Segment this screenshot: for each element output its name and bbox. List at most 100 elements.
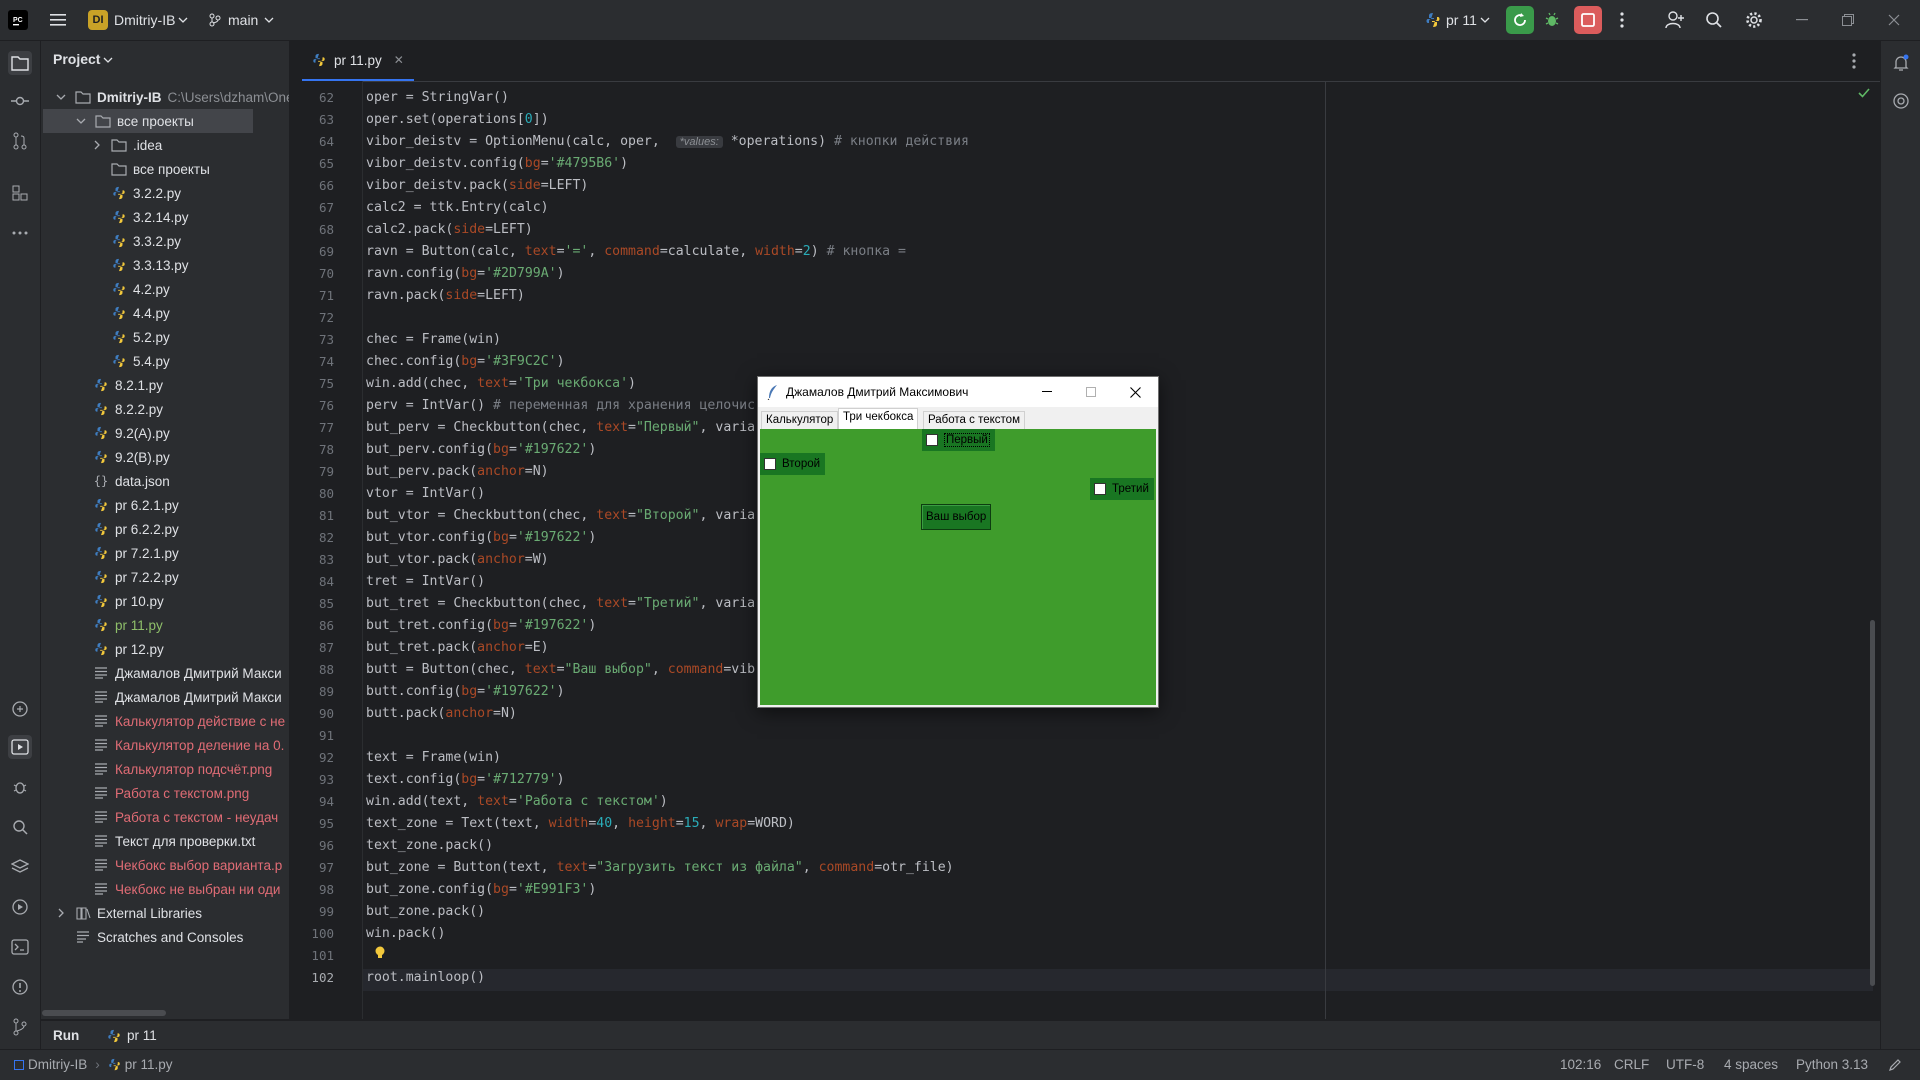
code-line[interactable]: text_zone.pack(): [366, 838, 493, 853]
code-line[interactable]: but_vtor.pack(anchor=W): [366, 552, 549, 567]
python-interpreter[interactable]: Python 3.13: [1796, 1057, 1868, 1072]
tree-file[interactable]: {} data.json: [41, 469, 289, 493]
commit-icon[interactable]: [8, 89, 32, 113]
code-line[interactable]: but_tret = Checkbutton(chec, text="Трети…: [366, 596, 755, 611]
project-panel-title[interactable]: Project: [53, 51, 100, 67]
code-line[interactable]: but_zone.pack(): [366, 904, 485, 919]
intention-bulb-icon[interactable]: [374, 946, 386, 960]
tree-file[interactable]: pr 10.py: [41, 589, 289, 613]
code-line[interactable]: text.config(bg='#712779'): [366, 772, 565, 787]
code-line[interactable]: but_zone.config(bg='#E991F3'): [366, 882, 596, 897]
git-icon[interactable]: [8, 1015, 32, 1039]
code-line[interactable]: ravn.pack(side=LEFT): [366, 288, 525, 303]
debug-tool-icon[interactable]: [8, 775, 32, 799]
code-line[interactable]: vibor_deistv.pack(side=LEFT): [366, 178, 588, 193]
chevron-down-icon[interactable]: [103, 57, 113, 63]
tree-folder[interactable]: .idea: [41, 133, 289, 157]
code-line[interactable]: but_perv.config(bg='#197622'): [366, 442, 596, 457]
breadcrumb-file[interactable]: pr 11.py: [125, 1057, 173, 1072]
tree-file[interactable]: 4.4.py: [41, 301, 289, 325]
project-name[interactable]: Dmitriy-IB: [114, 12, 175, 28]
tree-file[interactable]: Работа с текстом.png: [41, 781, 289, 805]
tk-maximize-icon[interactable]: [1069, 377, 1113, 407]
tree-file[interactable]: 3.3.13.py: [41, 253, 289, 277]
run-config-name[interactable]: pr 11: [1446, 12, 1477, 28]
read-only-toggle-icon[interactable]: [1888, 1058, 1902, 1072]
code-line[interactable]: tret = IntVar(): [366, 574, 485, 589]
code-line[interactable]: ravn = Button(calc, text='=', command=ca…: [366, 244, 906, 259]
tree-file[interactable]: Работа с текстом - неудач: [41, 805, 289, 829]
code-line[interactable]: ravn.config(bg='#2D799A'): [366, 266, 565, 281]
run-tab[interactable]: pr 11: [107, 1028, 157, 1043]
tk-tab-text-work[interactable]: Работа с текстом: [923, 411, 1025, 430]
ai-assistant-icon[interactable]: [1889, 89, 1913, 113]
tree-file[interactable]: Калькулятор действие с не: [41, 709, 289, 733]
tree-file[interactable]: External Libraries: [41, 901, 289, 925]
checkbox-box[interactable]: [764, 458, 776, 470]
tk-close-icon[interactable]: [1113, 377, 1157, 407]
code-line[interactable]: win.add(chec, text='Три чекбокса'): [366, 376, 636, 391]
tree-file[interactable]: 9.2(A).py: [41, 421, 289, 445]
tree-file[interactable]: Текст для проверки.txt: [41, 829, 289, 853]
tree-file[interactable]: 5.4.py: [41, 349, 289, 373]
project-switcher[interactable]: DI: [88, 10, 108, 30]
python-console-icon[interactable]: [8, 697, 32, 721]
caret-position[interactable]: 102:16: [1560, 1057, 1601, 1072]
editor-options-icon[interactable]: [1852, 53, 1856, 69]
checkbox-first[interactable]: Первый: [922, 429, 995, 451]
code-line[interactable]: but_tret.config(bg='#197622'): [366, 618, 596, 633]
checkbox-third[interactable]: Третий: [1090, 478, 1154, 500]
line-separator[interactable]: CRLF: [1614, 1057, 1649, 1072]
search-icon[interactable]: [1704, 10, 1724, 30]
close-window-icon[interactable]: [1882, 10, 1906, 30]
tree-file[interactable]: 3.2.2.py: [41, 181, 289, 205]
tk-title-bar[interactable]: Джамалов Дмитрий Максимович: [758, 377, 1158, 407]
run-panel-title[interactable]: Run: [53, 1028, 79, 1043]
more-actions-icon[interactable]: [1612, 10, 1632, 30]
tk-tab-calculator[interactable]: Калькулятор: [761, 411, 839, 430]
code-line[interactable]: butt.config(bg='#197622'): [366, 684, 565, 699]
tree-file[interactable]: pr 12.py: [41, 637, 289, 661]
code-line[interactable]: calc2 = ttk.Entry(calc): [366, 200, 549, 215]
code-line[interactable]: win.add(text, text='Работа с текстом'): [366, 794, 668, 809]
tree-file[interactable]: 3.3.2.py: [41, 229, 289, 253]
tree-file[interactable]: pr 11.py: [41, 613, 289, 637]
run-tool-icon[interactable]: [8, 735, 32, 759]
tree-file[interactable]: Scratches and Consoles: [41, 925, 289, 949]
tab-pr-11[interactable]: pr 11.py ✕: [302, 41, 414, 81]
minimize-window-icon[interactable]: [1790, 10, 1814, 30]
code-line[interactable]: calc2.pack(side=LEFT): [366, 222, 533, 237]
tree-file[interactable]: pr 6.2.2.py: [41, 517, 289, 541]
tk-tab-three-checkboxes[interactable]: Три чекбокса: [838, 408, 919, 430]
code-line[interactable]: butt.pack(anchor=N): [366, 706, 517, 721]
pull-requests-icon[interactable]: [8, 129, 32, 153]
code-line[interactable]: win.pack(): [366, 926, 445, 941]
tk-minimize-icon[interactable]: [1025, 377, 1069, 407]
project-folder-icon[interactable]: [8, 51, 32, 75]
layers-icon[interactable]: [8, 855, 32, 879]
tree-file[interactable]: Калькулятор подсчёт.png: [41, 757, 289, 781]
checkbox-box[interactable]: [926, 434, 938, 446]
code-line[interactable]: text_zone = Text(text, width=40, height=…: [366, 816, 795, 831]
breadcrumb-project[interactable]: Dmitriy-IB: [28, 1057, 87, 1072]
editor-scrollbar-thumb[interactable]: [1870, 620, 1875, 986]
code-line[interactable]: but_tret.pack(anchor=E): [366, 640, 549, 655]
services-icon[interactable]: [8, 895, 32, 919]
code-line[interactable]: butt = Button(chec, text="Ваш выбор", co…: [366, 662, 755, 677]
tree-file[interactable]: 8.2.2.py: [41, 397, 289, 421]
code-line[interactable]: but_zone = Button(text, text="Загрузить …: [366, 860, 954, 875]
tree-file[interactable]: Калькулятор деление на 0.: [41, 733, 289, 757]
restore-window-icon[interactable]: [1836, 10, 1860, 30]
code-line[interactable]: vibor_deistv.config(bg='#4795B6'): [366, 156, 628, 171]
settings-gear-icon[interactable]: [1744, 10, 1764, 30]
tree-folder[interactable]: все проекты: [43, 109, 253, 133]
main-menu-icon[interactable]: [48, 10, 68, 30]
rerun-button[interactable]: [1506, 6, 1534, 34]
checkbox-second[interactable]: Второй: [760, 453, 826, 475]
notifications-bell-icon[interactable]: [1889, 51, 1913, 75]
code-line[interactable]: but_perv.pack(anchor=N): [366, 464, 549, 479]
indent-setting[interactable]: 4 spaces: [1724, 1057, 1778, 1072]
code-line[interactable]: but_vtor = Checkbutton(chec, text="Второ…: [366, 508, 755, 523]
code-line[interactable]: vtor = IntVar(): [366, 486, 485, 501]
more-tools-icon[interactable]: [8, 221, 32, 245]
